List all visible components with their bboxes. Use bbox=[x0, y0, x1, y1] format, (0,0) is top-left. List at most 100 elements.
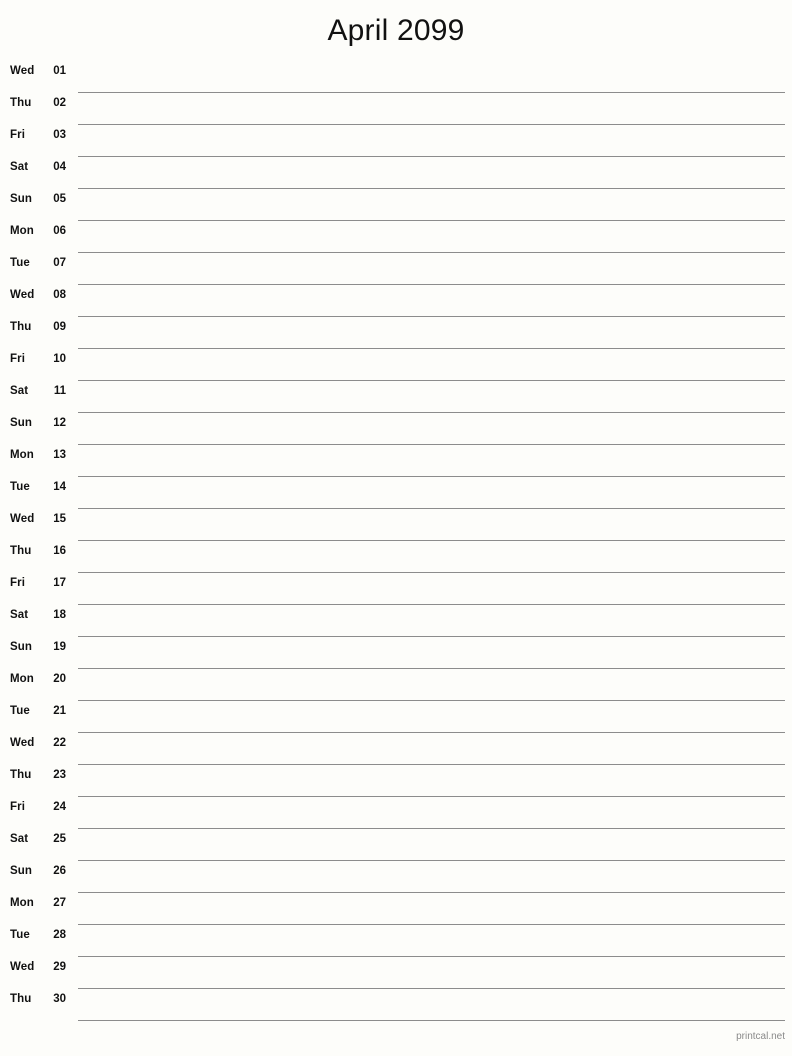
note-writing-area[interactable] bbox=[78, 157, 785, 189]
day-row: Wed 29 bbox=[0, 957, 792, 989]
day-of-week-label: Fri bbox=[10, 353, 25, 365]
day-row: Sun 12 bbox=[0, 413, 792, 445]
note-writing-area[interactable] bbox=[78, 61, 785, 93]
day-of-month-label: 25 bbox=[53, 833, 66, 845]
note-writing-area[interactable] bbox=[78, 989, 785, 1021]
note-writing-area[interactable] bbox=[78, 189, 785, 221]
day-of-month-label: 19 bbox=[53, 641, 66, 653]
day-row: Fri 03 bbox=[0, 125, 792, 157]
note-writing-area[interactable] bbox=[78, 381, 785, 413]
day-of-week-label: Sat bbox=[10, 385, 29, 397]
day-of-week-label: Wed bbox=[10, 737, 35, 749]
day-of-week-label: Wed bbox=[10, 65, 35, 77]
note-writing-area[interactable] bbox=[78, 925, 785, 957]
day-of-week-label: Thu bbox=[10, 769, 32, 781]
day-of-month-label: 18 bbox=[53, 609, 66, 621]
day-of-week-label: Fri bbox=[10, 577, 25, 589]
day-of-week-label: Wed bbox=[10, 289, 35, 301]
note-writing-area[interactable] bbox=[78, 221, 785, 253]
note-writing-area[interactable] bbox=[78, 349, 785, 381]
day-of-week-label: Mon bbox=[10, 449, 34, 461]
day-of-month-label: 10 bbox=[53, 353, 66, 365]
day-row: Wed 01 bbox=[0, 61, 792, 93]
note-writing-area[interactable] bbox=[78, 605, 785, 637]
day-of-month-label: 05 bbox=[53, 193, 66, 205]
day-of-week-label: Thu bbox=[10, 97, 32, 109]
day-of-month-label: 08 bbox=[53, 289, 66, 301]
note-writing-area[interactable] bbox=[78, 637, 785, 669]
note-writing-area[interactable] bbox=[78, 477, 785, 509]
note-writing-area[interactable] bbox=[78, 669, 785, 701]
day-of-month-label: 21 bbox=[53, 705, 66, 717]
day-of-week-label: Thu bbox=[10, 993, 32, 1005]
day-row: Wed 22 bbox=[0, 733, 792, 765]
day-row: Tue 14 bbox=[0, 477, 792, 509]
note-writing-area[interactable] bbox=[78, 413, 785, 445]
day-of-month-label: 11 bbox=[53, 385, 66, 397]
day-of-month-label: 13 bbox=[53, 449, 66, 461]
calendar-page: April 2099 Wed 01 Thu 02 Fri 03 Sat 04 Sun 05 Mon 0… bbox=[0, 0, 792, 1056]
day-of-month-label: 02 bbox=[53, 97, 66, 109]
day-row: Thu 02 bbox=[0, 93, 792, 125]
day-of-week-label: Mon bbox=[10, 673, 34, 685]
page-title: April 2099 bbox=[327, 14, 465, 47]
day-of-month-label: 16 bbox=[53, 545, 66, 557]
note-writing-area[interactable] bbox=[78, 317, 785, 349]
day-of-month-label: 30 bbox=[53, 993, 66, 1005]
note-writing-area[interactable] bbox=[78, 765, 785, 797]
day-of-month-label: 12 bbox=[53, 417, 66, 429]
day-of-month-label: 20 bbox=[53, 673, 66, 685]
day-row: Sun 19 bbox=[0, 637, 792, 669]
footer-source-label: printcal.net bbox=[736, 1031, 785, 1042]
day-of-week-label: Tue bbox=[10, 705, 30, 717]
day-of-week-label: Sun bbox=[10, 417, 33, 429]
day-of-month-label: 23 bbox=[53, 769, 66, 781]
note-writing-area[interactable] bbox=[78, 797, 785, 829]
day-row: Tue 07 bbox=[0, 253, 792, 285]
note-writing-area[interactable] bbox=[78, 957, 785, 989]
day-row: Sat 25 bbox=[0, 829, 792, 861]
day-row: Tue 28 bbox=[0, 925, 792, 957]
note-writing-area[interactable] bbox=[78, 125, 785, 157]
day-of-month-label: 27 bbox=[53, 897, 66, 909]
day-of-month-label: 14 bbox=[53, 481, 66, 493]
note-writing-area[interactable] bbox=[78, 893, 785, 925]
day-row: Sun 26 bbox=[0, 861, 792, 893]
day-of-week-label: Sun bbox=[10, 641, 33, 653]
day-of-week-label: Thu bbox=[10, 545, 32, 557]
day-of-month-label: 07 bbox=[53, 257, 66, 269]
day-of-week-label: Fri bbox=[10, 801, 25, 813]
day-row: Mon 06 bbox=[0, 221, 792, 253]
day-of-month-label: 24 bbox=[53, 801, 66, 813]
day-of-month-label: 22 bbox=[53, 737, 66, 749]
note-writing-area[interactable] bbox=[78, 829, 785, 861]
day-row: Sun 05 bbox=[0, 189, 792, 221]
day-of-month-label: 04 bbox=[53, 161, 66, 173]
day-row: Sat 04 bbox=[0, 157, 792, 189]
day-row-list: Wed 01 Thu 02 Fri 03 Sat 04 Sun 05 Mon 06 Tue 07 Wed 08… bbox=[0, 61, 792, 1021]
day-of-month-label: 28 bbox=[53, 929, 66, 941]
note-writing-area[interactable] bbox=[78, 509, 785, 541]
day-of-week-label: Tue bbox=[10, 481, 30, 493]
note-writing-area[interactable] bbox=[78, 541, 785, 573]
note-writing-area[interactable] bbox=[78, 861, 785, 893]
day-row: Mon 27 bbox=[0, 893, 792, 925]
day-of-week-label: Mon bbox=[10, 225, 34, 237]
day-row: Fri 17 bbox=[0, 573, 792, 605]
day-row: Thu 30 bbox=[0, 989, 792, 1021]
note-writing-area[interactable] bbox=[78, 701, 785, 733]
day-row: Thu 23 bbox=[0, 765, 792, 797]
day-row: Tue 21 bbox=[0, 701, 792, 733]
note-writing-area[interactable] bbox=[78, 93, 785, 125]
note-writing-area[interactable] bbox=[78, 253, 785, 285]
day-row: Sat 18 bbox=[0, 605, 792, 637]
note-writing-area[interactable] bbox=[78, 733, 785, 765]
note-writing-area[interactable] bbox=[78, 573, 785, 605]
day-row: Fri 24 bbox=[0, 797, 792, 829]
day-row: Wed 15 bbox=[0, 509, 792, 541]
day-of-week-label: Sat bbox=[10, 161, 29, 173]
note-writing-area[interactable] bbox=[78, 285, 785, 317]
day-of-week-label: Wed bbox=[10, 513, 35, 525]
note-writing-area[interactable] bbox=[78, 445, 785, 477]
day-row: Fri 10 bbox=[0, 349, 792, 381]
